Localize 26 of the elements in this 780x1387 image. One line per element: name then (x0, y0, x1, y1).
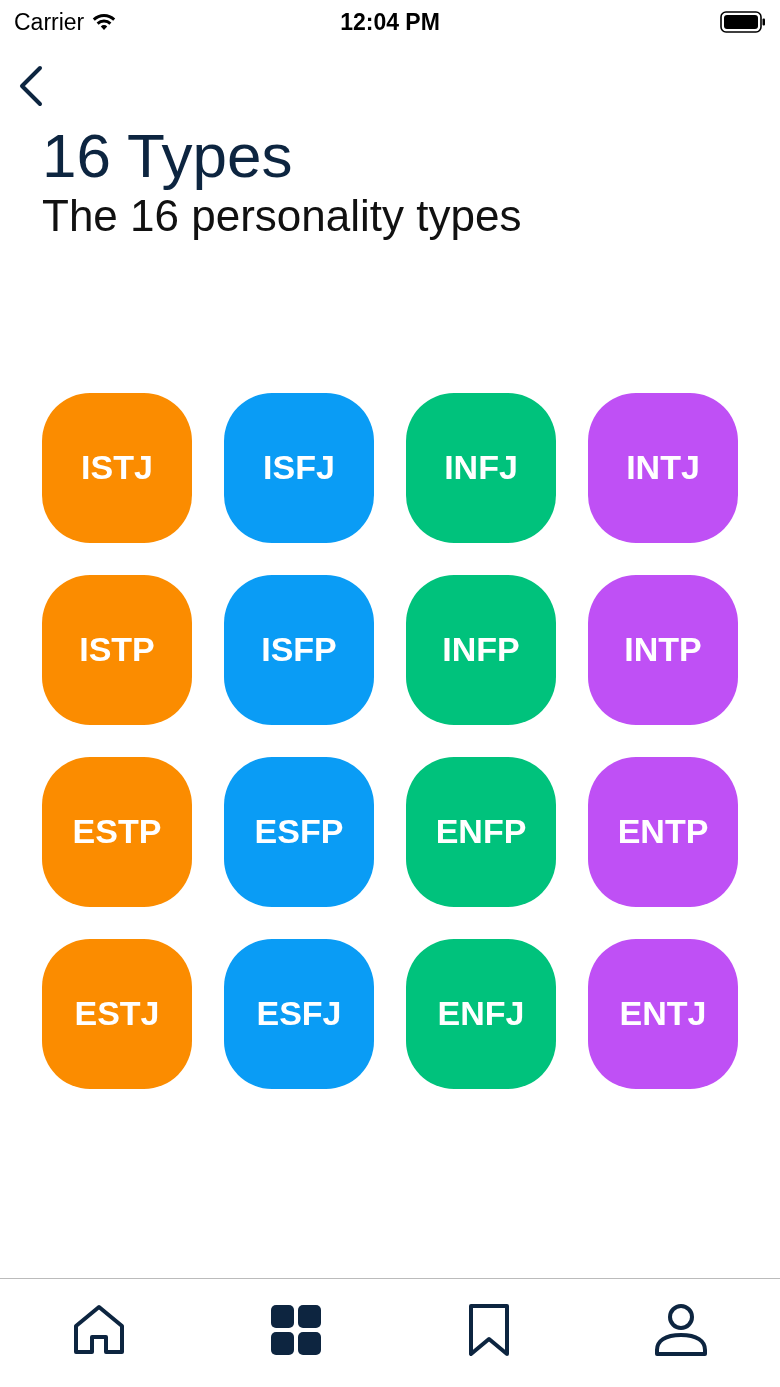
personality-type-tile[interactable]: ENTP (588, 757, 738, 907)
personality-type-tile[interactable]: ESTP (42, 757, 192, 907)
personality-type-tile[interactable]: ISFP (224, 575, 374, 725)
personality-type-tile[interactable]: INFP (406, 575, 556, 725)
home-tab-icon[interactable] (71, 1304, 126, 1356)
personality-type-tile[interactable]: INFJ (406, 393, 556, 543)
personality-type-tile[interactable]: ESFJ (224, 939, 374, 1089)
page-title: 16 Types (42, 122, 294, 191)
personality-type-tile[interactable]: ENFJ (406, 939, 556, 1089)
clock-time: 12:04 PM (340, 8, 440, 36)
personality-type-tile[interactable]: INTJ (588, 393, 738, 543)
carrier-label: Carrier (14, 8, 85, 36)
battery-icon (720, 11, 766, 33)
personality-type-tile[interactable]: ISTJ (42, 393, 192, 543)
personality-type-tile[interactable]: ESTJ (42, 939, 192, 1089)
personality-type-tile[interactable]: INTP (588, 575, 738, 725)
personality-type-tile[interactable]: ENTJ (588, 939, 738, 1089)
personality-type-tile[interactable]: ISFJ (224, 393, 374, 543)
personality-type-tile[interactable]: ENFP (406, 757, 556, 907)
personality-type-tile[interactable]: ISTP (42, 575, 192, 725)
personality-type-tile[interactable]: ESFP (224, 757, 374, 907)
grid-tab-icon[interactable] (269, 1304, 324, 1356)
wifi-icon (92, 13, 117, 31)
profile-tab-icon[interactable] (654, 1303, 709, 1357)
bookmark-tab-icon[interactable] (466, 1303, 511, 1357)
page-subtitle: The 16 personality types (42, 190, 523, 243)
